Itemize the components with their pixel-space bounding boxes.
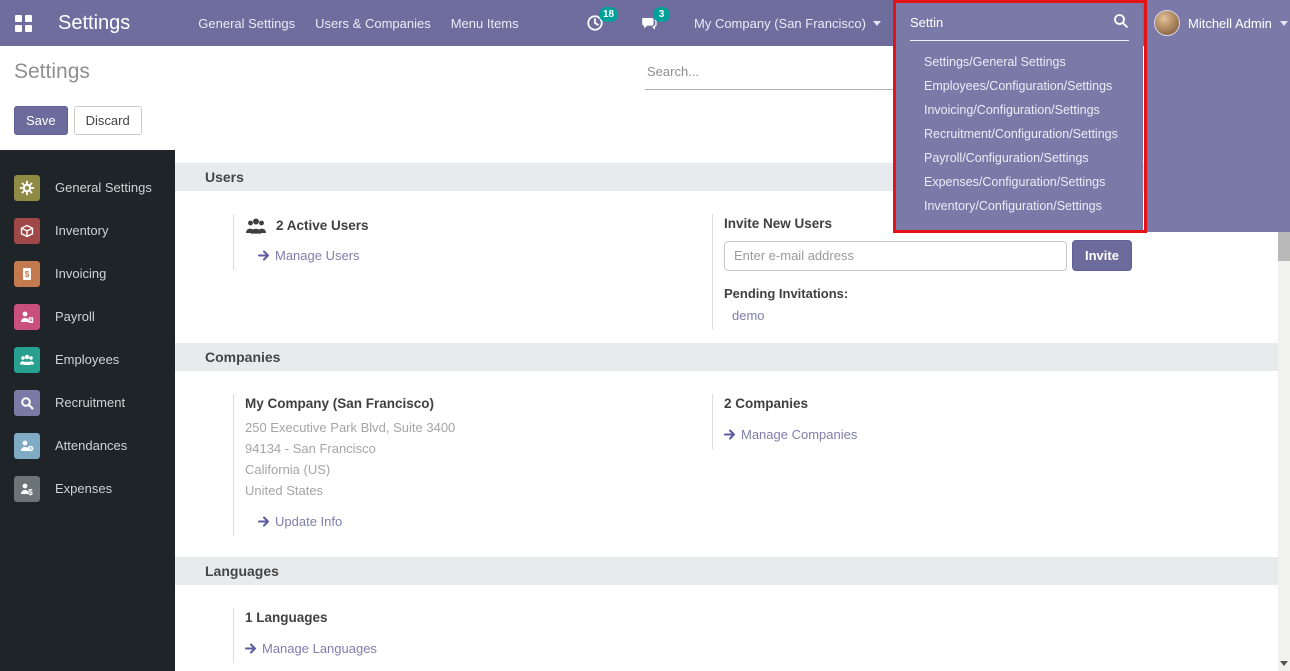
companies-count-label: 2 Companies	[724, 396, 1182, 411]
chevron-down-icon	[1280, 21, 1288, 26]
sidebar-item-label: Employees	[55, 352, 119, 367]
app-menu: General Settings Users & Companies Menu …	[188, 2, 528, 45]
sidebar-item-label: Inventory	[55, 223, 108, 238]
app-brand-title[interactable]: Settings	[58, 12, 130, 35]
settings-search-input[interactable]	[645, 58, 895, 90]
messages-button[interactable]: 3	[640, 0, 670, 46]
section-header-companies: Companies	[175, 343, 1278, 371]
address-line: 94134 - San Francisco	[245, 438, 712, 459]
manage-users-label: Manage Users	[275, 248, 360, 263]
sidebar-item-expenses[interactable]: $ Expenses	[0, 467, 175, 510]
menu-search-dropdown: Settings/General Settings Employees/Conf…	[896, 3, 1143, 231]
search-result-item[interactable]: Payroll/Configuration/Settings	[896, 146, 1143, 170]
arrow-right-icon	[258, 250, 270, 261]
languages-count-label: 1 Languages	[245, 610, 712, 625]
user-name: Mitchell Admin	[1188, 16, 1272, 31]
manage-languages-label: Manage Languages	[262, 641, 377, 656]
employees-icon	[14, 347, 40, 373]
arrow-right-icon	[245, 643, 257, 654]
sidebar-item-attendances[interactable]: Attendances	[0, 424, 175, 467]
invite-users-box: Invite New Users Invite Pending Invitati…	[712, 214, 1182, 329]
search-result-item[interactable]: Inventory/Configuration/Settings	[896, 194, 1143, 218]
invoice-icon: $	[14, 261, 40, 287]
invite-email-input[interactable]	[724, 241, 1067, 271]
manage-companies-link[interactable]: Manage Companies	[724, 427, 857, 442]
scrollbar-thumb[interactable]	[1278, 232, 1290, 261]
save-button[interactable]: Save	[14, 106, 68, 135]
search-result-item[interactable]: Invoicing/Configuration/Settings	[896, 98, 1143, 122]
expense-icon: $	[14, 476, 40, 502]
update-info-label: Update Info	[275, 514, 342, 529]
company-address: 250 Executive Park Blvd, Suite 3400 9413…	[245, 417, 712, 501]
box-icon	[14, 218, 40, 244]
scrollbar-down-arrow-icon[interactable]	[1280, 661, 1288, 666]
user-menu-panel: Mitchell Admin	[1146, 0, 1290, 232]
section-header-languages: Languages	[175, 557, 1278, 585]
company-switcher-label: My Company (San Francisco)	[694, 16, 866, 31]
sidebar-item-label: Payroll	[55, 309, 95, 324]
settings-sidebar: General Settings Inventory $ Invoicing P…	[0, 150, 175, 671]
company-info-box: My Company (San Francisco) 250 Executive…	[233, 394, 712, 536]
sidebar-item-invoicing[interactable]: $ Invoicing	[0, 252, 175, 295]
menu-search-input[interactable]	[910, 11, 1129, 41]
payroll-icon	[14, 304, 40, 330]
form-buttons: Save Discard	[14, 106, 142, 135]
sidebar-item-label: Recruitment	[55, 395, 125, 410]
manage-users-link[interactable]: Manage Users	[258, 248, 360, 263]
manage-companies-label: Manage Companies	[741, 427, 857, 442]
company-switcher[interactable]: My Company (San Francisco)	[694, 16, 881, 31]
page-title: Settings	[14, 60, 90, 84]
search-result-item[interactable]: Recruitment/Configuration/Settings	[896, 122, 1143, 146]
address-line: United States	[245, 480, 712, 501]
search-result-item[interactable]: Settings/General Settings	[896, 50, 1143, 74]
svg-text:$: $	[25, 269, 30, 278]
avatar	[1154, 10, 1180, 36]
sidebar-item-payroll[interactable]: Payroll	[0, 295, 175, 338]
address-line: California (US)	[245, 459, 712, 480]
arrow-right-icon	[724, 429, 736, 440]
apps-grid-icon	[15, 15, 32, 32]
menu-users-companies[interactable]: Users & Companies	[305, 2, 441, 45]
sidebar-item-inventory[interactable]: Inventory	[0, 209, 175, 252]
users-group-icon	[245, 216, 267, 235]
company-name: My Company (San Francisco)	[245, 396, 712, 411]
discard-button[interactable]: Discard	[74, 106, 142, 135]
arrow-right-icon	[258, 516, 270, 527]
languages-box: 1 Languages Manage Languages	[233, 608, 712, 663]
companies-count-box: 2 Companies Manage Companies	[712, 394, 1182, 449]
systray: 18 3 My Company (San Francisco)	[586, 0, 881, 46]
search-icon[interactable]	[1113, 13, 1129, 29]
menu-search-results: Settings/General Settings Employees/Conf…	[896, 41, 1143, 218]
svg-text:$: $	[28, 488, 33, 497]
sidebar-item-label: Invoicing	[55, 266, 106, 281]
gear-icon	[14, 175, 40, 201]
update-info-link[interactable]: Update Info	[258, 514, 342, 529]
attendance-icon	[14, 433, 40, 459]
address-line: 250 Executive Park Blvd, Suite 3400	[245, 417, 712, 438]
sidebar-item-recruitment[interactable]: Recruitment	[0, 381, 175, 424]
magnifier-icon	[14, 390, 40, 416]
sidebar-item-label: Expenses	[55, 481, 112, 496]
sidebar-item-label: General Settings	[55, 180, 152, 195]
invite-button[interactable]: Invite	[1072, 240, 1132, 271]
active-users-box: 2 Active Users Manage Users	[233, 214, 712, 270]
menu-general-settings[interactable]: General Settings	[188, 2, 305, 45]
manage-languages-link[interactable]: Manage Languages	[245, 641, 377, 656]
chevron-down-icon	[873, 21, 881, 26]
sidebar-item-employees[interactable]: Employees	[0, 338, 175, 381]
active-users-label: 2 Active Users	[276, 218, 369, 233]
pending-invitations-title: Pending Invitations:	[724, 286, 1182, 301]
activities-button[interactable]: 18	[586, 0, 616, 46]
pending-user-link[interactable]: demo	[732, 308, 765, 323]
menu-menu-items[interactable]: Menu Items	[441, 2, 529, 45]
sidebar-item-label: Attendances	[55, 438, 127, 453]
search-result-item[interactable]: Employees/Configuration/Settings	[896, 74, 1143, 98]
user-menu-toggle[interactable]: Mitchell Admin	[1146, 0, 1290, 46]
apps-menu-button[interactable]	[0, 0, 46, 46]
activities-count-badge: 18	[599, 7, 618, 22]
search-result-item[interactable]: Expenses/Configuration/Settings	[896, 170, 1143, 194]
messages-count-badge: 3	[653, 7, 670, 22]
sidebar-item-general-settings[interactable]: General Settings	[0, 166, 175, 209]
